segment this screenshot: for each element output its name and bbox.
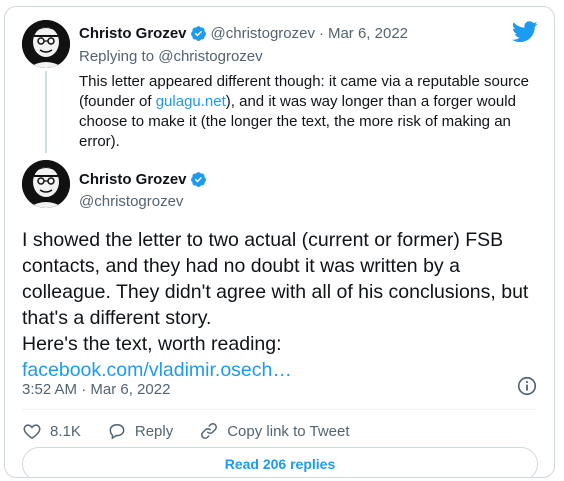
reply-label: Reply xyxy=(134,422,174,440)
divider xyxy=(22,409,537,410)
thread-connector-line xyxy=(45,71,47,153)
author-handle[interactable]: @christogrozev xyxy=(79,193,183,210)
verified-badge-icon xyxy=(190,171,207,188)
avatar[interactable] xyxy=(22,20,70,68)
replying-to-line: Replying to @christogrozev xyxy=(79,48,263,65)
copy-link-label: Copy link to Tweet xyxy=(227,422,350,440)
facebook-link[interactable]: facebook.com/vladimir.osech… xyxy=(22,359,292,381)
main-tweet-text: I showed the letter to two actual (curre… xyxy=(22,227,542,383)
like-count: 8.1K xyxy=(50,422,81,440)
reply-button[interactable]: Reply xyxy=(107,421,173,441)
author-name[interactable]: Christo Grozev xyxy=(79,25,187,42)
read-replies-button[interactable]: Read 206 replies xyxy=(22,447,538,477)
verified-badge-icon xyxy=(190,25,207,42)
tweet-embed-card: Christo Grozev @christogrozev · Mar 6, 2… xyxy=(4,6,555,478)
gulagu-link[interactable]: gulagu.net xyxy=(156,93,226,110)
like-button[interactable]: 8.1K xyxy=(22,421,81,441)
avatar[interactable] xyxy=(22,160,70,208)
copy-link-button[interactable]: Copy link to Tweet xyxy=(199,421,350,441)
info-icon[interactable] xyxy=(516,375,538,397)
author-handle[interactable]: @christogrozev xyxy=(211,25,315,42)
replying-to-mention[interactable]: @christogrozev xyxy=(158,48,262,65)
tweet-body-paragraph: I showed the letter to two actual (curre… xyxy=(22,229,529,329)
twitter-bird-icon[interactable] xyxy=(511,21,538,43)
author-name[interactable]: Christo Grozev xyxy=(79,171,187,188)
quoted-tweet-header: Christo Grozev @christogrozev · Mar 6, 2… xyxy=(79,25,408,42)
heart-icon xyxy=(23,424,41,439)
reply-bubble-icon xyxy=(109,423,125,440)
tweet-actions: 8.1K Reply Copy link to Tweet xyxy=(22,419,376,443)
tweet-timestamp[interactable]: 3:52 AM · Mar 6, 2022 xyxy=(22,381,170,398)
tweet-body-paragraph: Here's the text, worth reading: xyxy=(22,333,282,355)
main-tweet-header: Christo Grozev xyxy=(79,171,211,188)
separator-dot: · xyxy=(318,25,324,42)
quoted-tweet-text: This letter appeared different though: i… xyxy=(79,72,539,152)
tweet-date[interactable]: Mar 6, 2022 xyxy=(328,25,408,42)
link-icon xyxy=(201,423,218,439)
replying-to-label: Replying to xyxy=(79,48,159,65)
